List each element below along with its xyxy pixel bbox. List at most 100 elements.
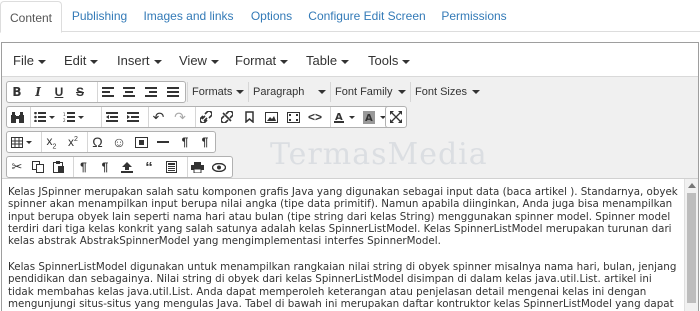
blockquote-button[interactable]: “	[139, 157, 159, 177]
link-icon	[199, 111, 212, 123]
source-code-button[interactable]: <>	[305, 107, 325, 127]
tab-content[interactable]: Content	[0, 1, 62, 33]
copy-icon	[32, 161, 44, 173]
bookmark-icon	[244, 111, 254, 123]
anchor-button[interactable]	[239, 107, 259, 127]
scrollbar-thumb[interactable]	[687, 193, 696, 303]
insert-media-button[interactable]	[283, 107, 303, 127]
scroll-up-icon[interactable]	[688, 183, 696, 188]
tab-publishing[interactable]: Publishing	[62, 0, 137, 32]
menu-tools[interactable]: Tools	[368, 53, 411, 68]
svg-text:A: A	[365, 113, 373, 124]
insert-table-button[interactable]	[7, 132, 37, 152]
numbered-list-icon: 12	[63, 112, 84, 122]
formats-dropdown[interactable]: Formats	[187, 82, 248, 102]
insert-image-button[interactable]	[261, 107, 281, 127]
tab-configure-edit-screen[interactable]: Configure Edit Screen	[303, 0, 431, 32]
fullscreen-button[interactable]	[386, 107, 406, 127]
indent-button[interactable]	[123, 107, 143, 127]
show-blocks-button[interactable]: ¶	[73, 157, 93, 177]
fullscreen-icon	[390, 111, 402, 123]
pilcrow-ltr-icon: ¶	[181, 135, 189, 149]
justify-button[interactable]	[163, 82, 183, 102]
rtl-button[interactable]: ¶	[195, 132, 215, 152]
align-right-icon	[145, 87, 157, 97]
tab-permissions[interactable]: Permissions	[431, 0, 517, 32]
preview-button[interactable]	[209, 157, 229, 177]
cut-button[interactable]: ✂	[7, 157, 27, 177]
chevron-down-icon	[236, 90, 244, 94]
chevron-down-icon	[318, 90, 326, 94]
font-family-dropdown[interactable]: Font Family	[330, 82, 410, 102]
menubar: File Edit Insert View Format Table Tools	[2, 43, 698, 77]
subscript-icon: x2	[46, 133, 57, 151]
copy-button[interactable]	[28, 157, 48, 177]
outdent-button[interactable]	[101, 107, 121, 127]
insert-link-button[interactable]	[195, 107, 215, 127]
align-center-button[interactable]	[119, 82, 139, 102]
paste-icon	[53, 161, 64, 173]
indent-icon	[127, 112, 139, 122]
editor-content-area[interactable]: Kelas JSpinner merupakan salah satu komp…	[2, 178, 698, 311]
omega-icon: Ω	[92, 134, 103, 150]
redo-button[interactable]: ↷	[170, 107, 190, 127]
insert-video-button[interactable]	[131, 132, 151, 152]
underline-button[interactable]: U	[49, 82, 69, 102]
table-icon	[11, 136, 32, 148]
chevron-down-icon	[280, 59, 289, 64]
media-icon	[286, 111, 300, 123]
menu-view[interactable]: View	[179, 53, 219, 68]
align-right-button[interactable]	[141, 82, 161, 102]
show-invisibles-button[interactable]: ¶	[95, 157, 115, 177]
watermark: TermasMedia	[270, 137, 488, 172]
quote-icon: “	[145, 158, 153, 176]
horizontal-rule-icon	[157, 141, 169, 143]
print-button[interactable]	[187, 157, 207, 177]
content-paragraph-1: Kelas JSpinner merupakan salah satu komp…	[8, 186, 678, 248]
text-color-button[interactable]: A	[330, 107, 358, 127]
menu-insert[interactable]: Insert	[117, 53, 162, 68]
tab-options[interactable]: Options	[240, 0, 303, 32]
paste-button[interactable]	[49, 157, 69, 177]
subscript-button[interactable]: x2	[41, 132, 61, 152]
template-button[interactable]	[161, 157, 181, 177]
pilcrow-icon: ¶	[101, 160, 109, 174]
undo-button[interactable]: ↶	[148, 107, 168, 127]
menu-table[interactable]: Table	[306, 53, 350, 68]
menu-format[interactable]: Format	[235, 53, 289, 68]
chevron-down-icon	[398, 90, 406, 94]
numbered-list-button[interactable]: 12	[60, 107, 88, 127]
ltr-button[interactable]: ¶	[175, 132, 195, 152]
paragraph-dropdown[interactable]: Paragraph	[248, 82, 330, 102]
unlink-button[interactable]	[217, 107, 237, 127]
font-sizes-dropdown[interactable]: Font Sizes	[410, 82, 484, 102]
pilcrow-rtl-icon: ¶	[201, 135, 209, 149]
strikethrough-button[interactable]: S	[70, 82, 90, 102]
chevron-down-icon	[90, 59, 99, 64]
font-sizes-label: Font Sizes	[415, 86, 467, 98]
bullet-list-button[interactable]	[30, 107, 58, 127]
emoticons-button[interactable]: ☺	[109, 132, 129, 152]
text-color-icon: A	[333, 112, 355, 123]
bold-button[interactable]: B	[7, 82, 27, 102]
menu-edit-label: Edit	[64, 53, 87, 68]
horizontal-rule-button[interactable]	[153, 132, 173, 152]
menu-view-label: View	[179, 53, 207, 68]
eye-icon	[212, 162, 226, 172]
svg-text:1: 1	[63, 112, 66, 117]
toolbar-group-2: 12 ↶ ↷ <> A A	[6, 106, 399, 128]
tab-images-and-links[interactable]: Images and links	[137, 0, 240, 32]
special-character-button[interactable]: Ω	[87, 132, 107, 152]
italic-button[interactable]: I	[28, 82, 48, 102]
editor-tabs: Content Publishing Images and links Opti…	[0, 0, 700, 33]
menu-edit[interactable]: Edit	[64, 53, 99, 68]
menu-insert-label: Insert	[117, 53, 150, 68]
align-left-button[interactable]	[97, 82, 117, 102]
toolbar-group-3: x2 x2 Ω ☺ ¶ ¶	[6, 131, 216, 153]
insert-button[interactable]	[117, 157, 137, 177]
find-replace-button[interactable]	[7, 107, 27, 127]
superscript-button[interactable]: x2	[63, 132, 83, 152]
undo-icon: ↶	[152, 108, 165, 125]
content-scrollbar[interactable]	[684, 179, 698, 311]
menu-file[interactable]: File	[13, 53, 46, 68]
